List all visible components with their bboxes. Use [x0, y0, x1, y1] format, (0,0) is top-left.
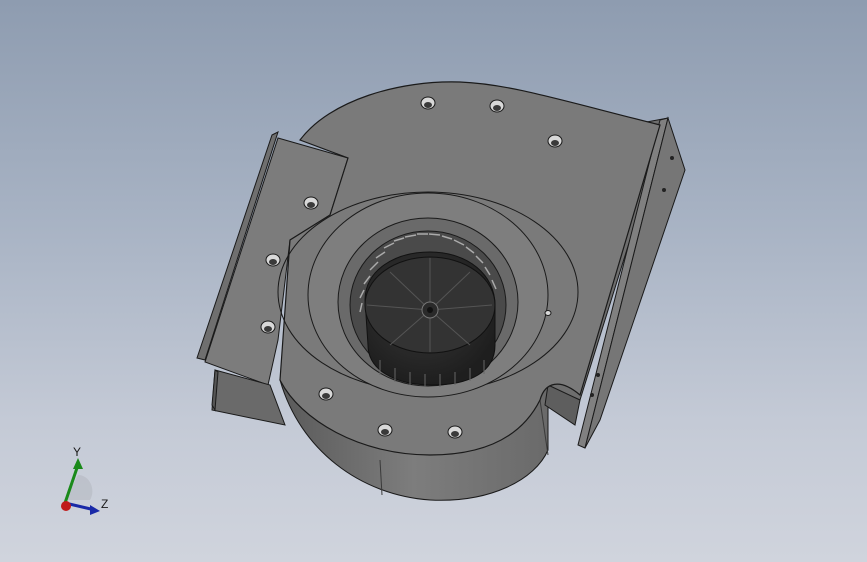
y-axis-label: Y [73, 445, 82, 459]
graphics-viewport[interactable]: Y Z [0, 0, 867, 562]
impeller-hub [364, 251, 496, 387]
x-axis-dot [61, 501, 71, 511]
reference-triad [61, 458, 100, 515]
z-axis-label: Z [101, 497, 109, 511]
blower-fan-model[interactable] [0, 0, 867, 562]
